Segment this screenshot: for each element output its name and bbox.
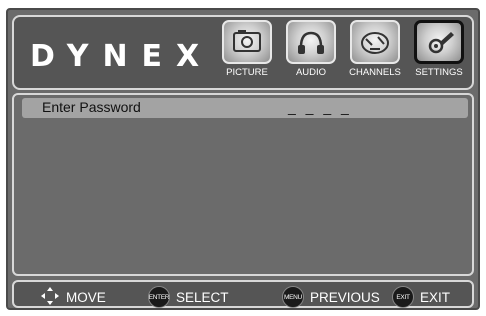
select-label: SELECT <box>176 289 229 305</box>
header-bar: DYNEX PICTURE AUDIO CHANNELS SETTINGS <box>12 15 474 90</box>
tab-settings-label: SETTINGS <box>415 67 463 78</box>
channels-icon <box>350 20 400 64</box>
dynex-logo: DYNEX <box>30 39 214 74</box>
footer-bar: MOVE ENTER SELECT MENU PREVIOUS EXIT EXI… <box>12 280 474 308</box>
move-arrows-icon <box>40 286 60 309</box>
menu-key-icon: MENU <box>282 286 304 308</box>
tab-settings[interactable]: SETTINGS <box>410 20 468 78</box>
exit-label: EXIT <box>420 289 451 305</box>
move-hint: MOVE <box>40 286 106 309</box>
tab-picture-label: PICTURE <box>226 67 268 78</box>
previous-label: PREVIOUS <box>310 289 380 305</box>
tab-picture[interactable]: PICTURE <box>218 20 276 78</box>
exit-key-icon: EXIT <box>392 286 414 308</box>
enter-key-icon: ENTER <box>148 286 170 308</box>
settings-icon <box>414 20 464 64</box>
password-row[interactable]: Enter Password _ _ _ _ <box>22 98 468 118</box>
password-label: Enter Password <box>42 99 141 115</box>
tab-channels-label: CHANNELS <box>349 67 401 78</box>
content-panel <box>12 93 474 276</box>
previous-hint: MENU PREVIOUS <box>282 286 380 308</box>
tab-channels[interactable]: CHANNELS <box>346 20 404 78</box>
tab-audio-label: AUDIO <box>295 67 327 78</box>
audio-icon <box>286 20 336 64</box>
picture-icon <box>222 20 272 64</box>
password-field[interactable]: _ _ _ _ <box>288 99 352 115</box>
select-hint: ENTER SELECT <box>148 286 229 308</box>
move-label: MOVE <box>66 289 106 305</box>
exit-hint: EXIT EXIT <box>392 286 451 308</box>
tab-audio[interactable]: AUDIO <box>282 20 340 78</box>
